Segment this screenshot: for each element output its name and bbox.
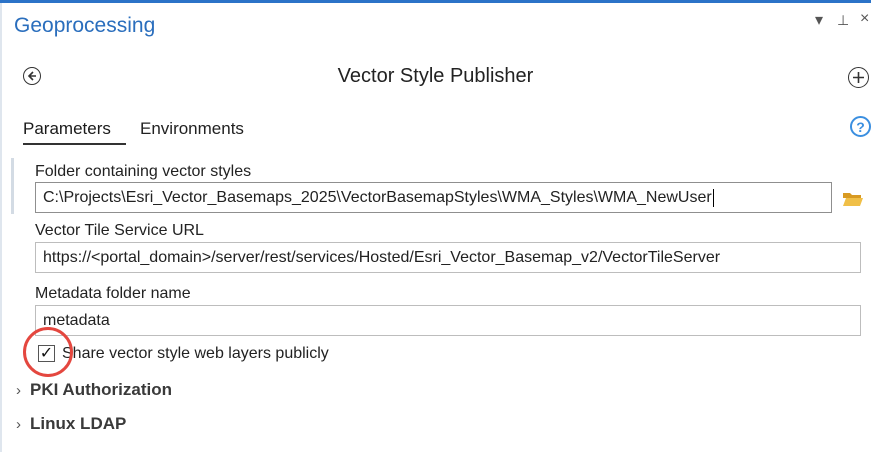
pane-accent-bar	[0, 0, 871, 3]
browse-folder-icon[interactable]	[842, 190, 864, 208]
close-icon[interactable]: ×	[860, 10, 869, 28]
help-icon[interactable]: ?	[850, 116, 871, 137]
pane-title: Geoprocessing	[14, 14, 156, 37]
folder-input-value: C:\Projects\Esri_Vector_Basemaps_2025\Ve…	[43, 189, 712, 206]
highlight-circle-annotation	[23, 327, 73, 377]
pane-menu-dropdown-icon[interactable]: ▾	[815, 10, 823, 30]
tab-parameters[interactable]: Parameters	[23, 119, 111, 139]
group-linux-ldap-label: Linux LDAP	[30, 414, 127, 433]
tab-active-underline	[23, 143, 126, 145]
plus-icon[interactable]	[848, 67, 869, 88]
chevron-right-icon: ›	[16, 382, 21, 399]
folder-input[interactable]: C:\Projects\Esri_Vector_Basemaps_2025\Ve…	[35, 182, 832, 213]
pin-icon[interactable]: ⊥	[837, 12, 849, 29]
metadata-folder-label: Metadata folder name	[35, 285, 191, 302]
service-url-label: Vector Tile Service URL	[35, 222, 204, 239]
metadata-folder-value: metadata	[43, 312, 110, 329]
group-pki-authorization-label: PKI Authorization	[30, 380, 172, 399]
service-url-input[interactable]: https://<portal_domain>/server/rest/serv…	[35, 242, 861, 273]
group-pki-authorization[interactable]: › PKI Authorization	[16, 380, 172, 400]
tool-title: Vector Style Publisher	[337, 65, 534, 87]
group-linux-ldap[interactable]: › Linux LDAP	[16, 414, 126, 434]
service-url-value: https://<portal_domain>/server/rest/serv…	[43, 249, 721, 266]
folder-label: Folder containing vector styles	[35, 163, 252, 180]
chevron-right-icon: ›	[16, 416, 21, 433]
text-cursor	[712, 188, 714, 207]
tab-environments[interactable]: Environments	[140, 119, 244, 139]
share-publicly-label[interactable]: Share vector style web layers publicly	[62, 345, 329, 363]
active-parameter-indicator	[11, 158, 14, 214]
metadata-folder-input[interactable]: metadata	[35, 305, 861, 336]
